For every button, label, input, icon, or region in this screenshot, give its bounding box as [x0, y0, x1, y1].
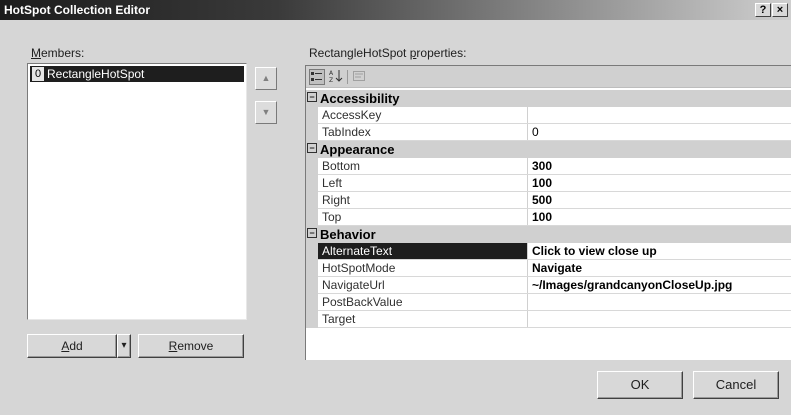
row-gutter: [306, 107, 318, 124]
categorized-icon[interactable]: [309, 69, 325, 85]
category-accessibility[interactable]: − Accessibility: [306, 90, 791, 107]
alphabetical-icon[interactable]: A Z: [328, 69, 344, 85]
row-gutter: [306, 158, 318, 175]
alphabetical-glyph: A Z: [329, 70, 343, 84]
row-gutter: [306, 243, 318, 260]
arrow-down-icon: ▼: [261, 107, 271, 117]
property-value[interactable]: Click to view close up: [529, 243, 791, 259]
categorized-glyph: [311, 72, 322, 81]
row-gutter: [306, 175, 318, 192]
member-index: 0: [32, 67, 44, 81]
members-label: Members:: [31, 46, 85, 60]
svg-text:A: A: [329, 70, 334, 77]
property-name: AlternateText: [318, 243, 528, 259]
property-value[interactable]: 100: [529, 209, 791, 225]
property-row-right[interactable]: Right 500: [306, 192, 791, 209]
property-row-postbackvalue[interactable]: PostBackValue: [306, 294, 791, 311]
row-gutter: [306, 311, 318, 328]
property-row-target[interactable]: Target: [306, 311, 791, 328]
property-row-bottom[interactable]: Bottom 300: [306, 158, 791, 175]
collapse-icon[interactable]: −: [307, 228, 317, 238]
arrow-up-icon: ▲: [261, 73, 271, 83]
property-name: Right: [318, 192, 528, 208]
property-value[interactable]: 100: [529, 175, 791, 191]
category-name: Appearance: [320, 142, 395, 157]
window-title: HotSpot Collection Editor: [4, 3, 150, 17]
property-name: TabIndex: [318, 124, 528, 140]
row-gutter: [306, 260, 318, 277]
property-value[interactable]: 500: [529, 192, 791, 208]
property-name: Top: [318, 209, 528, 225]
members-list[interactable]: 0 RectangleHotSpot: [27, 63, 247, 320]
close-button[interactable]: ×: [772, 3, 788, 17]
cancel-button[interactable]: Cancel: [693, 371, 779, 399]
title-bar[interactable]: HotSpot Collection Editor ? ×: [0, 0, 791, 20]
remove-button[interactable]: Remove: [138, 334, 244, 358]
add-dropdown-button[interactable]: ▾: [117, 334, 131, 358]
property-row-left[interactable]: Left 100: [306, 175, 791, 192]
property-row-hotspotmode[interactable]: HotSpotMode Navigate: [306, 260, 791, 277]
category-behavior[interactable]: − Behavior: [306, 226, 791, 243]
properties-label: RectangleHotSpot properties:: [309, 46, 467, 60]
property-value[interactable]: ~/Images/grandcanyonCloseUp.jpg: [529, 277, 791, 293]
toolbar-divider: [347, 70, 348, 84]
property-grid-toolbar: A Z: [306, 66, 791, 88]
svg-text:Z: Z: [329, 77, 333, 83]
property-name: PostBackValue: [318, 294, 528, 310]
row-gutter: [306, 277, 318, 294]
property-name: HotSpotMode: [318, 260, 528, 276]
help-button[interactable]: ?: [755, 3, 771, 17]
property-row-tabindex[interactable]: TabIndex 0: [306, 124, 791, 141]
move-up-button[interactable]: ▲: [255, 67, 277, 90]
property-row-alternatetext[interactable]: AlternateText Click to view close up: [306, 243, 791, 260]
row-gutter: [306, 294, 318, 311]
property-name: Bottom: [318, 158, 528, 174]
ok-button[interactable]: OK: [597, 371, 683, 399]
category-appearance[interactable]: − Appearance: [306, 141, 791, 158]
hotspot-collection-editor-dialog: HotSpot Collection Editor ? × Members: 0…: [0, 0, 791, 415]
property-row-top[interactable]: Top 100: [306, 209, 791, 226]
property-row-accesskey[interactable]: AccessKey: [306, 107, 791, 124]
row-gutter: [306, 209, 318, 226]
chevron-down-icon: ▾: [121, 340, 127, 351]
property-value[interactable]: [529, 311, 791, 327]
property-name: AccessKey: [318, 107, 528, 123]
property-value[interactable]: [529, 294, 791, 310]
property-value[interactable]: [529, 107, 791, 123]
property-row-navigateurl[interactable]: NavigateUrl ~/Images/grandcanyonCloseUp.…: [306, 277, 791, 294]
property-value[interactable]: 300: [529, 158, 791, 174]
property-value[interactable]: 0: [529, 124, 791, 140]
property-pages-glyph: [353, 71, 365, 81]
member-name: RectangleHotSpot: [47, 67, 145, 81]
property-value[interactable]: Navigate: [529, 260, 791, 276]
row-gutter: [306, 124, 318, 141]
property-name: Left: [318, 175, 528, 191]
property-name: NavigateUrl: [318, 277, 528, 293]
add-button[interactable]: Add: [27, 334, 117, 358]
property-pages-icon[interactable]: [351, 69, 367, 85]
row-gutter: [306, 192, 318, 209]
category-name: Accessibility: [320, 91, 400, 106]
property-name: Target: [318, 311, 528, 327]
move-down-button[interactable]: ▼: [255, 101, 277, 124]
collapse-icon[interactable]: −: [307, 92, 317, 102]
list-item[interactable]: 0 RectangleHotSpot: [30, 66, 244, 82]
property-grid[interactable]: A Z − Accessibility AccessKey TabIndex 0…: [305, 65, 791, 360]
category-name: Behavior: [320, 227, 376, 242]
collapse-icon[interactable]: −: [307, 143, 317, 153]
property-grid-rows: − Accessibility AccessKey TabIndex 0 − A…: [306, 90, 791, 328]
